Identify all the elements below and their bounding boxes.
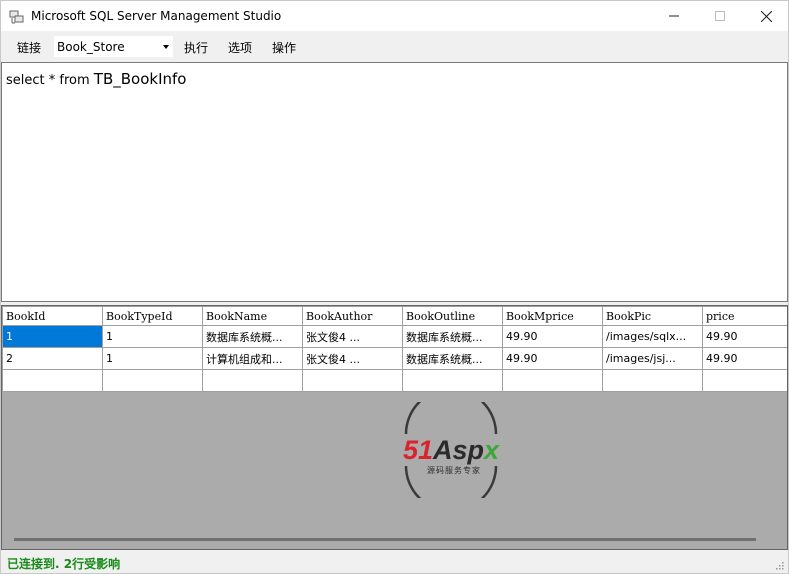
- database-select[interactable]: Book_Store: [53, 35, 174, 58]
- minimize-icon: [669, 15, 679, 17]
- watermark-brand-middle: Asp: [432, 435, 484, 465]
- grid-cell[interactable]: 数据库系统概...: [402, 347, 503, 370]
- status-text: 已连接到. 2行受影响: [7, 557, 121, 571]
- title-bar: Microsoft SQL Server Management Studio: [1, 1, 788, 31]
- menu-options[interactable]: 选项: [228, 39, 252, 56]
- header-row: BookId BookTypeId BookName BookAuthor Bo…: [2, 306, 787, 326]
- query-editor[interactable]: select * from TB_BookInfo: [1, 62, 788, 302]
- grid-cell[interactable]: 49.90: [702, 325, 787, 348]
- database-select-value: Book_Store: [57, 40, 125, 54]
- grid-cell[interactable]: [102, 369, 203, 392]
- column-header[interactable]: BookMprice: [502, 306, 603, 326]
- column-header[interactable]: BookName: [202, 306, 303, 326]
- watermark-brand-end: x: [482, 435, 500, 465]
- grid-cell[interactable]: 数据库系统概...: [202, 325, 303, 348]
- window-title: Microsoft SQL Server Management Studio: [31, 9, 282, 23]
- grid-cell[interactable]: [202, 369, 303, 392]
- column-header[interactable]: price: [702, 306, 787, 326]
- watermark-logo: 51Aspx 源码服务专家: [403, 402, 500, 498]
- column-header[interactable]: BookTypeId: [102, 306, 203, 326]
- grid-cell[interactable]: /images/sqlx...: [602, 325, 703, 348]
- grid-cell[interactable]: 1: [102, 347, 203, 370]
- status-bar: 已连接到. 2行受影响: [1, 551, 788, 573]
- results-grid[interactable]: BookId BookTypeId BookName BookAuthor Bo…: [1, 305, 788, 550]
- grid-cell[interactable]: 张文俊4 ...: [302, 325, 403, 348]
- maximize-icon: [715, 11, 725, 21]
- grid-cell[interactable]: [702, 369, 787, 392]
- grid-cell[interactable]: 49.90: [502, 325, 603, 348]
- grid-cell[interactable]: 2: [2, 347, 103, 370]
- maximize-button[interactable]: [697, 1, 743, 31]
- column-header[interactable]: BookAuthor: [302, 306, 403, 326]
- table-row[interactable]: 2 1 计算机组成和... 张文俊4 ... 数据库系统概... 49.90 /…: [2, 347, 787, 370]
- query-text-part1: select * from: [6, 73, 94, 88]
- watermark-brand-number: 51: [403, 435, 433, 465]
- grid-cell[interactable]: 49.90: [502, 347, 603, 370]
- table-row-new[interactable]: [2, 369, 787, 392]
- grid-cell[interactable]: 49.90: [702, 347, 787, 370]
- grid-cell[interactable]: [2, 369, 103, 392]
- grid-cell[interactable]: 数据库系统概...: [402, 325, 503, 348]
- grid-cell[interactable]: 1: [102, 325, 203, 348]
- resize-grip-icon[interactable]: [774, 560, 784, 570]
- query-text-part2: TB_BookInfo: [93, 70, 187, 88]
- column-header[interactable]: BookOutline: [402, 306, 503, 326]
- grid-cell[interactable]: /images/jsj...: [602, 347, 703, 370]
- menu-execute[interactable]: 执行: [184, 39, 208, 56]
- grid-cell[interactable]: 1: [2, 325, 103, 348]
- watermark-arc-top: [404, 402, 498, 435]
- results-table: BookId BookTypeId BookName BookAuthor Bo…: [2, 306, 787, 392]
- column-header[interactable]: BookPic: [602, 306, 703, 326]
- close-icon: [760, 10, 772, 22]
- menu-connect[interactable]: 链接: [17, 39, 41, 56]
- grid-cell[interactable]: [602, 369, 703, 392]
- watermark-tagline: 源码服务专家: [427, 465, 481, 475]
- watermark-brand: 51Aspx: [403, 435, 500, 465]
- grid-cell[interactable]: [502, 369, 603, 392]
- chevron-down-icon: [163, 45, 169, 49]
- table-row[interactable]: 1 1 数据库系统概... 张文俊4 ... 数据库系统概... 49.90 /…: [2, 325, 787, 348]
- grid-cell[interactable]: [302, 369, 403, 392]
- horizontal-scrollbar[interactable]: [14, 538, 756, 541]
- minimize-button[interactable]: [651, 1, 697, 31]
- grid-cell[interactable]: 计算机组成和...: [202, 347, 303, 370]
- menu-operate[interactable]: 操作: [272, 39, 296, 56]
- query-text: select * from TB_BookInfo: [6, 70, 186, 88]
- app-window: Microsoft SQL Server Management Studio 链…: [0, 0, 789, 574]
- column-header[interactable]: BookId: [2, 306, 103, 326]
- app-icon: [9, 10, 24, 24]
- grid-cell[interactable]: 张文俊4 ...: [302, 347, 403, 370]
- grid-cell[interactable]: [402, 369, 503, 392]
- close-button[interactable]: [743, 1, 789, 31]
